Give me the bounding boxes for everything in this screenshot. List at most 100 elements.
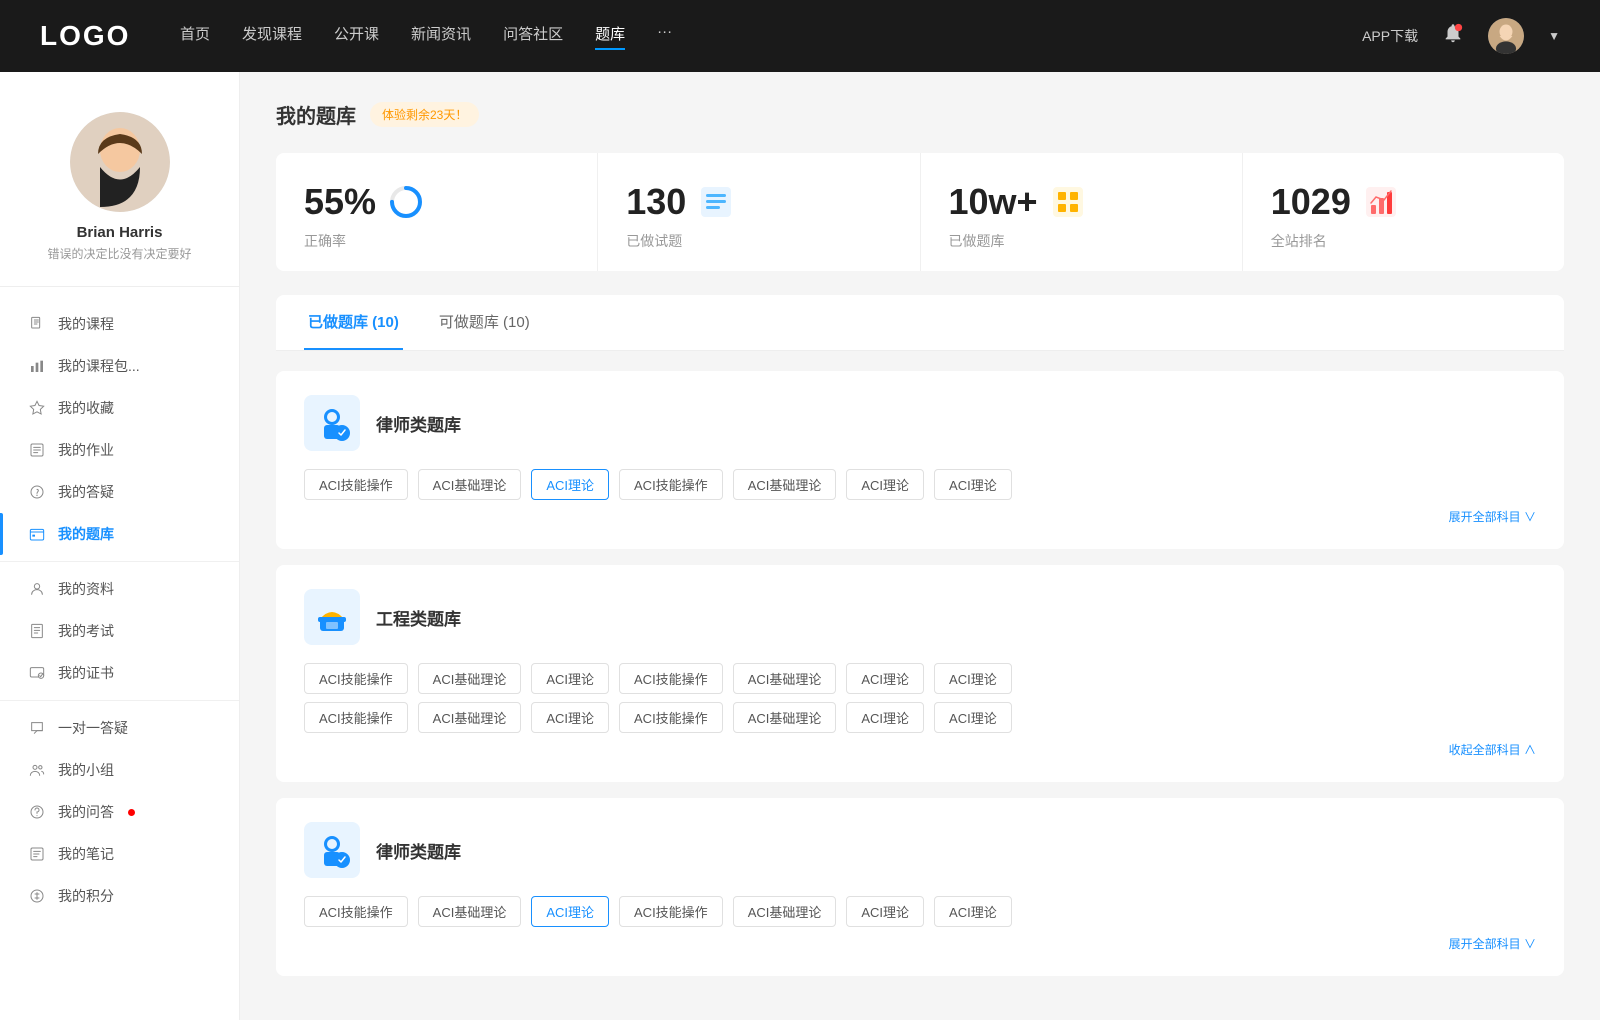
tag[interactable]: ACI理论 (846, 896, 924, 927)
exam-icon (28, 622, 46, 640)
stat-value-correct: 55% (304, 181, 376, 223)
bell-icon[interactable] (1442, 22, 1464, 50)
nav-link-discover[interactable]: 发现课程 (242, 23, 302, 50)
nav-link-qa[interactable]: 问答社区 (503, 23, 563, 50)
sidebar-label: 我的收藏 (58, 398, 114, 418)
main-content: 我的题库 体验剩余23天！ 55% 正确率 (240, 72, 1600, 1020)
tag[interactable]: ACI基础理论 (418, 663, 522, 694)
tag[interactable]: ACI理论 (934, 663, 1012, 694)
profile-avatar (70, 112, 170, 212)
grid-icon (1050, 184, 1086, 220)
stat-value-banks: 10w+ (949, 181, 1038, 223)
logo: LOGO (40, 20, 140, 52)
sidebar-label: 我的小组 (58, 760, 114, 780)
tag-active[interactable]: ACI理论 (531, 896, 609, 927)
tab-available[interactable]: 可做题库 (10) (435, 295, 534, 350)
tag-active[interactable]: ACI理论 (531, 469, 609, 500)
nav-links: 首页 发现课程 公开课 新闻资讯 问答社区 题库 ··· (180, 23, 1322, 50)
tag[interactable]: ACI基础理论 (418, 469, 522, 500)
stat-label-correct: 正确率 (304, 231, 569, 251)
sidebar-item-my-homework[interactable]: 我的作业 (0, 429, 239, 471)
sidebar-label: 我的笔记 (58, 844, 114, 864)
tag[interactable]: ACI技能操作 (619, 896, 723, 927)
sidebar-item-my-favorites[interactable]: 我的收藏 (0, 387, 239, 429)
bank-card-lawyer-1: 律师类题库 ACI技能操作 ACI基础理论 ACI理论 ACI技能操作 ACI基… (276, 371, 1564, 549)
page-title: 我的题库 (276, 100, 356, 129)
tags-row-3: ACI技能操作 ACI基础理论 ACI理论 ACI技能操作 ACI基础理论 AC… (304, 896, 1536, 927)
tag[interactable]: ACI技能操作 (304, 896, 408, 927)
group-icon (28, 761, 46, 779)
sidebar-item-my-questions[interactable]: 我的答疑 (0, 471, 239, 513)
stats-row: 55% 正确率 130 (276, 153, 1564, 271)
sidebar-label: 我的资料 (58, 579, 114, 599)
sidebar-item-my-points[interactable]: 我的积分 (0, 875, 239, 917)
sidebar-item-my-cert[interactable]: 我的证书 (0, 652, 239, 694)
tag[interactable]: ACI技能操作 (304, 702, 408, 733)
nav-right: APP下载 ▼ (1362, 18, 1560, 54)
tab-done[interactable]: 已做题库 (10) (304, 295, 403, 350)
notes-icon (28, 845, 46, 863)
tag[interactable]: ACI理论 (846, 469, 924, 500)
sidebar-label: 我的问答 (58, 802, 114, 822)
tag[interactable]: ACI基础理论 (733, 663, 837, 694)
qa-icon (28, 803, 46, 821)
sidebar-item-my-courses[interactable]: 我的课程 (0, 303, 239, 345)
tag[interactable]: ACI基础理论 (418, 896, 522, 927)
tag[interactable]: ACI技能操作 (619, 469, 723, 500)
nav-link-open[interactable]: 公开课 (334, 23, 379, 50)
tag[interactable]: ACI技能操作 (304, 663, 408, 694)
sidebar-profile: Brian Harris 错误的决定比没有决定要好 (0, 96, 239, 287)
chevron-down-icon[interactable]: ▼ (1548, 29, 1560, 43)
bank-card-title-2: 工程类题库 (376, 605, 461, 630)
sidebar-item-my-group[interactable]: 我的小组 (0, 749, 239, 791)
tag[interactable]: ACI理论 (531, 663, 609, 694)
sidebar-item-my-bank[interactable]: 我的题库 (0, 513, 239, 555)
tag[interactable]: ACI基础理论 (418, 702, 522, 733)
nav-link-more[interactable]: ··· (657, 23, 672, 50)
tag[interactable]: ACI理论 (531, 702, 609, 733)
tags-row-2: ACI技能操作 ACI基础理论 ACI理论 ACI技能操作 ACI基础理论 AC… (304, 663, 1536, 694)
tag[interactable]: ACI基础理论 (733, 702, 837, 733)
bank-card-title-3: 律师类题库 (376, 838, 461, 863)
sidebar-item-my-profile[interactable]: 我的资料 (0, 568, 239, 610)
sidebar-item-my-packages[interactable]: 我的课程包... (0, 345, 239, 387)
expand-link-3[interactable]: 展开全部科目 ∨ (304, 935, 1536, 952)
nav-link-home[interactable]: 首页 (180, 23, 210, 50)
star-icon (28, 399, 46, 417)
tag[interactable]: ACI理论 (934, 702, 1012, 733)
trial-badge: 体验剩余23天！ (370, 102, 479, 127)
stat-value-done: 130 (626, 181, 686, 223)
expand-link-1[interactable]: 展开全部科目 ∨ (304, 508, 1536, 525)
tag[interactable]: ACI技能操作 (619, 663, 723, 694)
tag[interactable]: ACI理论 (934, 469, 1012, 500)
sidebar-item-my-notes[interactable]: 我的笔记 (0, 833, 239, 875)
sidebar-label: 我的考试 (58, 621, 114, 641)
nav-link-bank[interactable]: 题库 (595, 23, 625, 50)
bank-card-engineer: 工程类题库 ACI技能操作 ACI基础理论 ACI理论 ACI技能操作 ACI基… (276, 565, 1564, 782)
tag[interactable]: ACI技能操作 (304, 469, 408, 500)
sidebar-item-my-answers[interactable]: 我的问答 (0, 791, 239, 833)
app-download[interactable]: APP下载 (1362, 26, 1418, 46)
sidebar-item-my-exam[interactable]: 我的考试 (0, 610, 239, 652)
stat-label-rank: 全站排名 (1271, 231, 1536, 251)
tag[interactable]: ACI基础理论 (733, 896, 837, 927)
tag[interactable]: ACI基础理论 (733, 469, 837, 500)
stat-done-questions: 130 已做试题 (598, 153, 920, 271)
stat-ranking: 1029 全站排名 (1243, 153, 1564, 271)
nav-link-news[interactable]: 新闻资讯 (411, 23, 471, 50)
expand-link-2[interactable]: 收起全部科目 ∧ (304, 741, 1536, 758)
user-avatar[interactable] (1488, 18, 1524, 54)
profile-icon (28, 580, 46, 598)
sidebar-label: 一对一答疑 (58, 718, 128, 738)
list-icon (698, 184, 734, 220)
sidebar-item-one-on-one[interactable]: 一对一答疑 (0, 707, 239, 749)
bank-card-header: 工程类题库 (304, 589, 1536, 645)
tag[interactable]: ACI理论 (846, 702, 924, 733)
tag[interactable]: ACI技能操作 (619, 702, 723, 733)
cert-icon (28, 664, 46, 682)
question-icon (28, 483, 46, 501)
stat-label-done: 已做试题 (626, 231, 891, 251)
sidebar-label: 我的证书 (58, 663, 114, 683)
tag[interactable]: ACI理论 (846, 663, 924, 694)
tag[interactable]: ACI理论 (934, 896, 1012, 927)
